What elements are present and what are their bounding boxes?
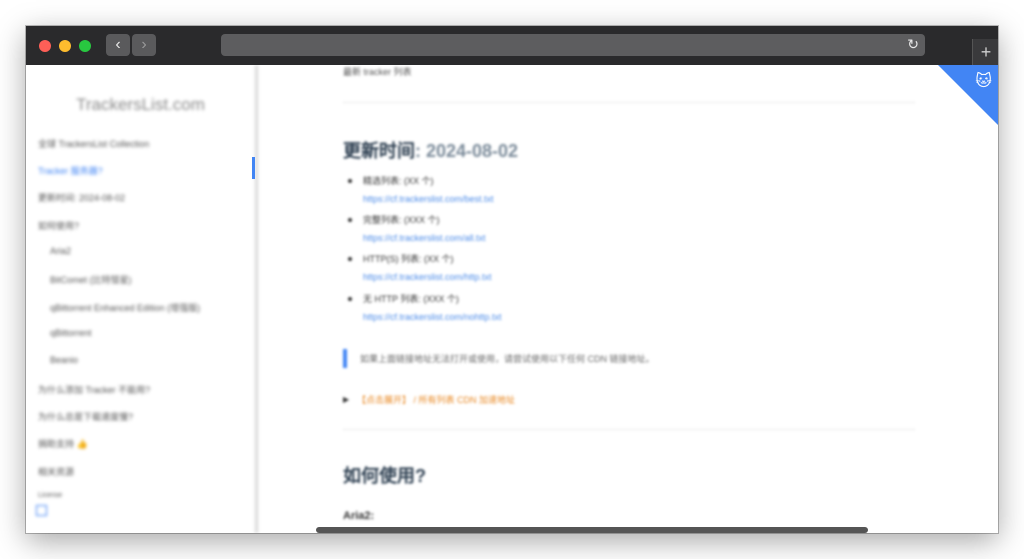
divider	[343, 102, 915, 103]
close-window-button[interactable]	[39, 40, 51, 52]
sidebar-item[interactable]: 全球 TrackersList Collection	[38, 137, 149, 150]
sidebar-item[interactable]: 相关资源	[38, 465, 74, 478]
sidebar-item-active[interactable]: Tracker 服务器?	[38, 164, 103, 177]
list-bullet	[348, 257, 352, 261]
sidebar-subitem[interactable]: BitComet (比特彗星)	[50, 273, 132, 286]
title-bar: ‹ › ↻ +	[26, 26, 998, 65]
list-title: 无 HTTP 列表: (XXX 个)	[363, 294, 459, 304]
list-title: 精选列表: (XX 个)	[363, 176, 434, 186]
minimize-window-button[interactable]	[59, 40, 71, 52]
back-button[interactable]: ‹	[106, 34, 130, 56]
sidebar-subitem[interactable]: qBittorrent Enhanced Edition (增强版)	[50, 301, 200, 314]
section-heading: 如何使用?	[343, 466, 426, 486]
sidebar-item[interactable]: 捐助支持 👍	[38, 437, 88, 450]
tip-text: 如果上面链接地址无法打开或使用，请尝试使用以下任何 CDN 链接地址。	[360, 354, 655, 364]
list-title: HTTP(S) 列表: (XX 个)	[363, 254, 454, 264]
github-cat-icon[interactable]: 🐱	[975, 71, 992, 91]
top-text: 最新 tracker 列表	[343, 67, 412, 77]
sidebar-item[interactable]: 为什么添加 Tracker 不能用?	[38, 383, 150, 396]
list-title: 完整列表: (XXX 个)	[363, 215, 440, 225]
list-link[interactable]: https://cf.trackerslist.com/http.txt	[363, 272, 492, 282]
update-label: 更新时间	[343, 141, 415, 161]
sidebar-item[interactable]: License	[38, 492, 62, 499]
divider	[343, 429, 915, 430]
expand-triangle-icon[interactable]: ▶	[343, 395, 349, 404]
main-content: 最新 tracker 列表 更新时间: 2024-08-02 精选列表: (XX…	[255, 65, 998, 533]
chevron-right-icon: ›	[141, 36, 147, 53]
cdn-toggle[interactable]: 【点击展开】 / 所有列表 CDN 加速地址	[357, 393, 515, 406]
sidebar-subitem[interactable]: Aria2	[50, 246, 71, 256]
reload-icon[interactable]: ↻	[907, 36, 919, 53]
list-bullet	[348, 179, 352, 183]
plus-icon: +	[980, 42, 992, 62]
horizontal-scrollbar[interactable]	[316, 527, 868, 533]
browser-window: ‹ › ↻ + TrackersList.com 全球 TrackersList…	[26, 26, 998, 533]
sidebar-toggle-icon[interactable]	[36, 505, 47, 516]
sidebar-subitem[interactable]: qBittorrent	[50, 328, 92, 338]
sidebar-item[interactable]: 如何使用?	[38, 219, 79, 232]
list-link[interactable]: https://cf.trackerslist.com/nohttp.txt	[363, 312, 502, 322]
update-heading: 更新时间: 2024-08-02	[343, 137, 518, 163]
sidebar: TrackersList.com 全球 TrackersList Collect…	[26, 65, 258, 533]
sidebar-subitem[interactable]: Beanio	[50, 355, 78, 365]
list-bullet	[348, 218, 352, 222]
forward-button[interactable]: ›	[132, 34, 156, 56]
sidebar-item[interactable]: 更新时间: 2024-08-02	[38, 191, 125, 204]
list-bullet	[348, 297, 352, 301]
list-link[interactable]: https://cf.trackerslist.com/best.txt	[363, 194, 494, 204]
tip-accent	[343, 349, 347, 368]
chevron-left-icon: ‹	[115, 36, 121, 53]
subsection-heading: Aria2:	[343, 510, 375, 522]
update-date: : 2024-08-02	[415, 141, 519, 161]
zoom-window-button[interactable]	[79, 40, 91, 52]
sidebar-item[interactable]: 为什么总是下载速度慢?	[38, 410, 133, 423]
address-bar[interactable]: ↻	[221, 34, 925, 56]
page-viewport: TrackersList.com 全球 TrackersList Collect…	[26, 65, 998, 533]
new-tab-button[interactable]: +	[972, 39, 998, 65]
list-link[interactable]: https://cf.trackerslist.com/all.txt	[363, 233, 486, 243]
site-title[interactable]: TrackersList.com	[26, 95, 255, 115]
